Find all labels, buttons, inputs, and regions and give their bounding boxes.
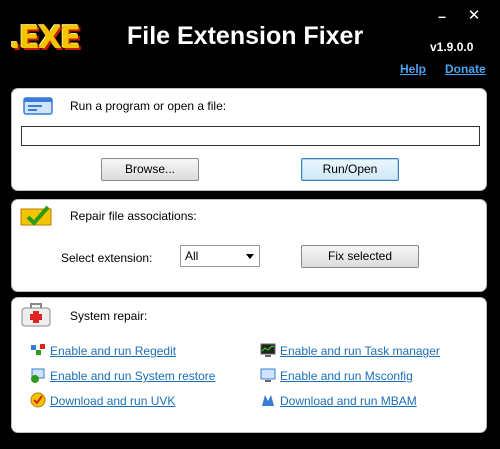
minimize-button[interactable]: – — [434, 8, 450, 24]
regedit-icon — [31, 344, 45, 355]
close-button[interactable]: ✕ — [466, 8, 482, 24]
msconfig-icon — [260, 368, 276, 382]
chevron-down-icon — [246, 254, 254, 259]
mbam-link[interactable]: Download and run MBAM — [280, 394, 417, 408]
system-restore-icon — [31, 368, 45, 383]
fix-selected-button[interactable]: Fix selected — [301, 245, 419, 268]
first-aid-kit-icon — [21, 303, 51, 327]
task-manager-link[interactable]: Enable and run Task manager — [280, 344, 440, 358]
version-label: v1.9.0.0 — [430, 40, 474, 54]
select-extension-label: Select extension: — [61, 251, 153, 265]
task-manager-icon — [260, 343, 276, 357]
run-panel-title: Run a program or open a file: — [70, 99, 227, 113]
repair-panel: Repair file associations: Select extensi… — [11, 199, 487, 292]
uvk-link[interactable]: Download and run UVK — [50, 394, 175, 408]
msconfig-link[interactable]: Enable and run Msconfig — [280, 369, 413, 383]
system-panel-title: System repair: — [70, 309, 148, 323]
repair-panel-title: Repair file associations: — [70, 209, 197, 223]
app-title: File Extension Fixer — [127, 22, 364, 50]
system-repair-panel: System repair: Enable and run Regedit En… — [11, 297, 487, 433]
run-open-button[interactable]: Run/Open — [301, 158, 399, 181]
exe-check-icon — [20, 205, 52, 226]
donate-link[interactable]: Donate — [445, 62, 486, 76]
help-link[interactable]: Help — [400, 62, 426, 76]
uvk-icon — [30, 392, 46, 408]
regedit-link[interactable]: Enable and run Regedit — [50, 344, 176, 358]
run-panel: Run a program or open a file: Browse... … — [11, 88, 487, 191]
extension-select-value: All — [185, 249, 199, 263]
browse-button[interactable]: Browse... — [101, 158, 199, 181]
extension-select[interactable]: All — [180, 245, 260, 267]
run-window-icon — [23, 97, 53, 115]
mbam-icon — [262, 395, 274, 406]
exe-logo-icon: .EXE — [9, 20, 81, 56]
app-header: .EXE File Extension Fixer – ✕ v1.9.0.0 H… — [0, 0, 500, 86]
system-restore-link[interactable]: Enable and run System restore — [50, 369, 215, 383]
program-path-input[interactable] — [21, 126, 480, 146]
